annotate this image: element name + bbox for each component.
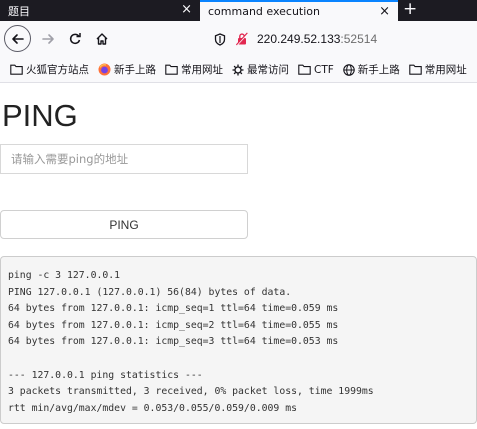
bookmark-common-sites-2[interactable]: 常用网址	[409, 62, 467, 77]
bookmark-most-visited[interactable]: 最常访问	[232, 62, 289, 77]
home-button[interactable]	[88, 25, 115, 52]
tab-challenge[interactable]: 题目 ×	[0, 0, 200, 21]
output-line: PING 127.0.0.1 (127.0.0.1) 56(84) bytes …	[8, 286, 292, 298]
arrow-left-icon	[11, 33, 24, 44]
bookmark-label: 新手上路	[357, 64, 400, 76]
reload-button[interactable]	[61, 25, 88, 52]
reload-icon	[69, 32, 81, 44]
navigation-bar: 220.249.52.133:52514	[0, 21, 477, 57]
bookmark-firefox-official[interactable]: 火狐官方站点	[10, 62, 89, 77]
close-icon[interactable]: ×	[181, 3, 192, 17]
gear-icon	[232, 64, 244, 75]
url-host: 220.249.52.133	[257, 32, 341, 46]
tab-bar: 题目 × command execution × +	[0, 0, 477, 21]
bookmark-getting-started[interactable]: 新手上路	[98, 62, 156, 77]
bookmark-getting-started-2[interactable]: 新手上路	[343, 62, 400, 77]
ping-button[interactable]: PING	[0, 210, 248, 239]
url-port: :52514	[340, 32, 378, 46]
bookmark-ctf[interactable]: CTF	[298, 64, 334, 76]
bookmark-label: 常用网址	[424, 64, 467, 76]
output-line: --- 127.0.0.1 ping statistics ---	[8, 369, 203, 381]
output-line: rtt min/avg/max/mdev = 0.053/0.055/0.059…	[8, 402, 298, 414]
shield-icon[interactable]	[214, 32, 226, 46]
folder-icon	[10, 64, 23, 75]
folder-icon	[165, 64, 178, 75]
back-button[interactable]	[4, 25, 31, 52]
output-line: ping -c 3 127.0.0.1	[8, 270, 121, 281]
insecure-lock-icon[interactable]	[235, 32, 249, 46]
command-output: ping -c 3 127.0.0.1 PING 127.0.0.1 (127.…	[0, 256, 477, 424]
url-bar[interactable]: 220.249.52.133:52514	[206, 26, 477, 52]
bookmark-label: CTF	[314, 63, 334, 76]
firefox-icon	[98, 63, 111, 76]
address-input[interactable]: 请输入需要ping的地址	[0, 144, 248, 174]
forward-button[interactable]	[34, 25, 61, 52]
arrow-right-icon	[41, 33, 54, 44]
tab-label: 题目	[8, 4, 30, 18]
output-line: 3 packets transmitted, 3 received, 0% pa…	[8, 386, 374, 398]
bookmark-common-sites[interactable]: 常用网址	[165, 62, 223, 77]
close-icon[interactable]: ×	[379, 5, 390, 19]
tab-label: command execution	[208, 5, 321, 18]
globe-icon	[343, 63, 355, 76]
folder-icon	[298, 64, 311, 75]
output-line: 64 bytes from 127.0.0.1: icmp_seq=1 ttl=…	[8, 303, 339, 315]
bookmarks-toolbar: 火狐官方站点 新手上路 常用网址 最常访问 CTF 新手上路 常用网址	[0, 57, 477, 83]
home-icon	[96, 32, 107, 45]
output-line: 64 bytes from 127.0.0.1: icmp_seq=2 ttl=…	[8, 319, 339, 331]
bookmark-label: 新手上路	[114, 64, 156, 76]
bookmark-label: 常用网址	[181, 64, 223, 76]
output-line: 64 bytes from 127.0.0.1: icmp_seq=3 ttl=…	[8, 336, 339, 348]
bookmark-label: 最常访问	[247, 64, 289, 76]
tab-command-execution[interactable]: command execution ×	[200, 0, 398, 21]
new-tab-button[interactable]: +	[403, 0, 417, 19]
bookmark-label: 火狐官方站点	[26, 64, 89, 76]
page-title: PING	[2, 98, 78, 133]
folder-icon	[409, 64, 422, 75]
